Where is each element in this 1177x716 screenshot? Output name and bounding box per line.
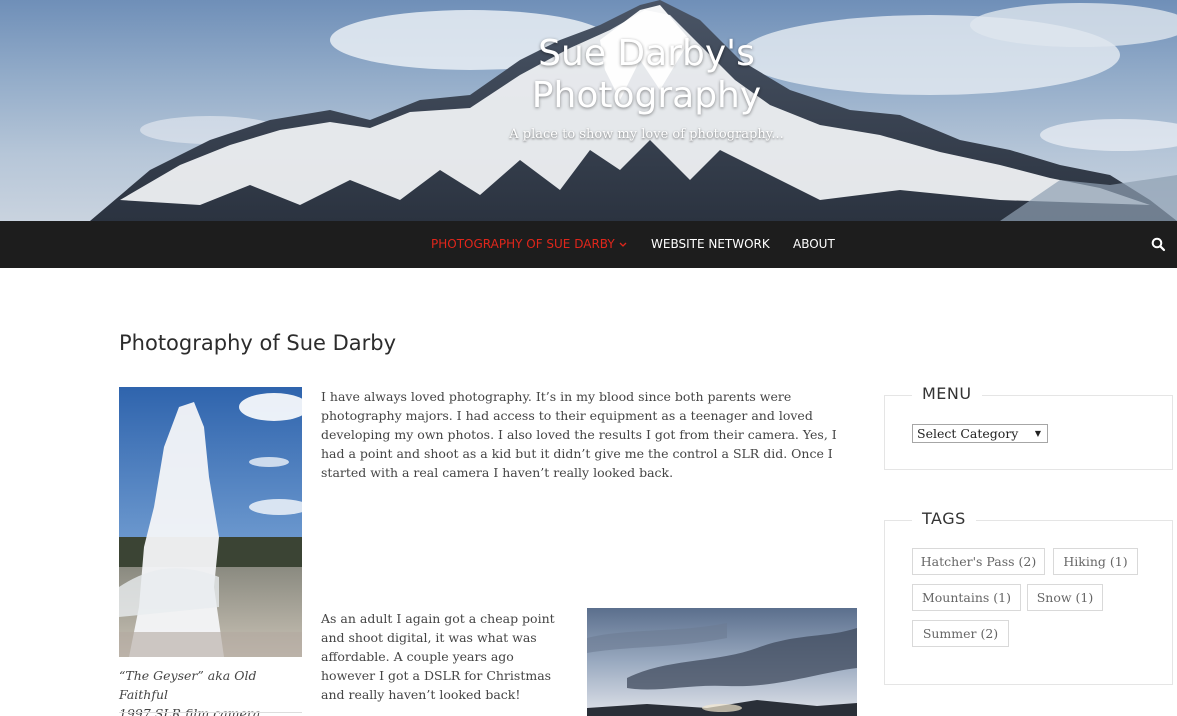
- page-title: Photography of Sue Darby: [119, 331, 397, 355]
- main-navigation: PHOTOGRAPHY OF SUE DARBY WEBSITE NETWORK…: [0, 221, 1177, 268]
- nav-item-label: PHOTOGRAPHY OF SUE DARBY: [431, 237, 615, 251]
- category-select[interactable]: Select Category ▼: [912, 424, 1048, 443]
- chevron-down-icon: [619, 222, 627, 269]
- nav-item-label: WEBSITE NETWORK: [651, 237, 770, 251]
- tags-widget-title: TAGS: [912, 509, 976, 528]
- nav-item-about[interactable]: ABOUT: [793, 221, 835, 268]
- geyser-caption: “The Geyser” aka Old Faithful 1997 SLR f…: [119, 666, 305, 716]
- dropdown-arrow-icon: ▼: [1034, 429, 1041, 438]
- caption-divider: [119, 712, 302, 713]
- nav-item-photography-of-sue-darby[interactable]: PHOTOGRAPHY OF SUE DARBY: [431, 221, 627, 268]
- geyser-caption-line2: 1997 SLR film camera: [119, 706, 261, 716]
- geyser-photo[interactable]: [119, 387, 302, 657]
- tag-hiking[interactable]: Hiking (1): [1053, 548, 1138, 575]
- search-icon[interactable]: [1151, 237, 1166, 252]
- geyser-caption-line1: “The Geyser” aka Old Faithful: [119, 668, 257, 702]
- category-select-value: Select Category: [917, 426, 1019, 441]
- site-title-line2[interactable]: Photography: [0, 75, 1177, 117]
- tags-widget: TAGS Hatcher's Pass (2) Hiking (1) Mount…: [884, 509, 1173, 685]
- adult-paragraph: As an adult I again got a cheap point an…: [321, 611, 555, 702]
- nav-item-label: ABOUT: [793, 237, 835, 251]
- sky-photo[interactable]: [587, 608, 857, 716]
- site-tagline: A place to show my love of photography..…: [509, 127, 784, 142]
- site-title[interactable]: Sue Darby's Photography: [0, 33, 1177, 117]
- tag-hatchers-pass[interactable]: Hatcher's Pass (2): [912, 548, 1045, 575]
- tag-mountains[interactable]: Mountains (1): [912, 584, 1021, 611]
- nav-item-website-network[interactable]: WEBSITE NETWORK: [651, 221, 770, 268]
- menu-widget: MENU Select Category ▼: [884, 384, 1173, 470]
- intro-paragraph: I have always loved photography. It’s in…: [321, 389, 837, 480]
- tag-summer[interactable]: Summer (2): [912, 620, 1009, 647]
- menu-widget-title: MENU: [912, 384, 982, 403]
- tag-snow[interactable]: Snow (1): [1027, 584, 1103, 611]
- site-header: Sue Darby's Photography A place to show …: [0, 0, 1177, 221]
- site-title-line1[interactable]: Sue Darby's: [0, 33, 1177, 75]
